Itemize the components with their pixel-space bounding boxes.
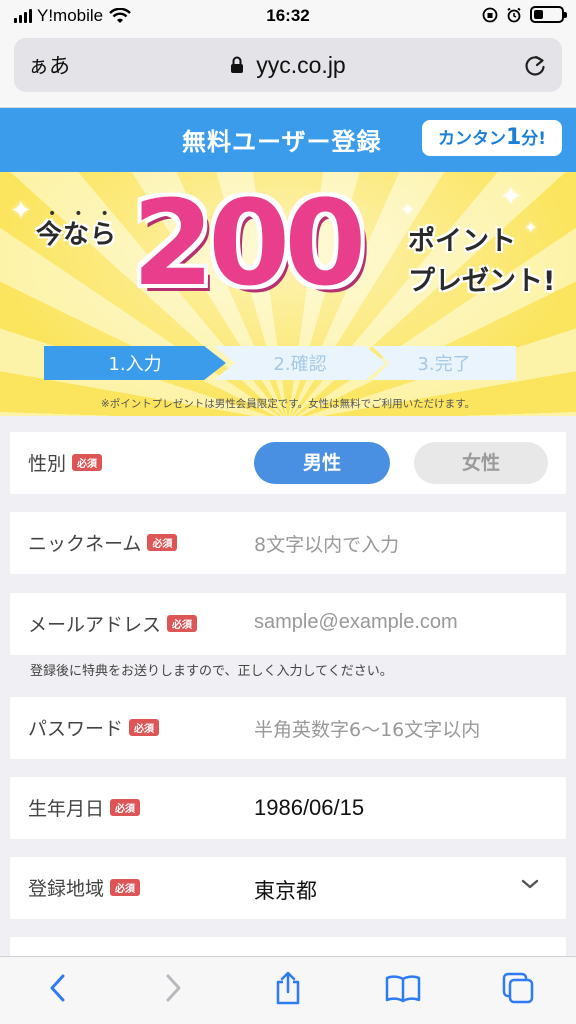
sparkle-icon: ✦	[10, 196, 32, 226]
reader-options-button[interactable]: ぁあ	[28, 50, 70, 80]
region-label: 登録地域	[28, 878, 105, 900]
bookmarks-icon	[385, 974, 421, 1002]
orientation-lock-icon	[482, 7, 498, 22]
chevron-down-icon	[521, 879, 539, 889]
back-button[interactable]	[28, 963, 88, 1013]
browser-chrome: ぁあ yyc.co.jp	[0, 32, 576, 108]
reload-icon[interactable]	[522, 52, 548, 78]
birthday-input[interactable]: 1986/06/15	[254, 795, 364, 821]
nickname-row[interactable]: ニックネーム 必須 8文字以内で入力	[10, 512, 566, 574]
share-button[interactable]	[258, 963, 318, 1013]
sparkle-icon: ✦	[500, 182, 522, 212]
sparkle-icon: ✦	[400, 200, 416, 221]
easy-badge: カンタン1分!	[420, 118, 564, 158]
nickname-input[interactable]: 8文字以内で入力	[254, 530, 399, 557]
gender-label: 性別	[28, 453, 67, 475]
step-input: 1.入力	[44, 346, 226, 380]
url-text: yyc.co.jp	[256, 51, 346, 78]
nickname-label: ニックネーム	[28, 533, 142, 555]
email-label: メールアドレス	[28, 614, 162, 636]
email-input[interactable]: sample@example.com	[254, 611, 458, 634]
birthday-label: 生年月日	[28, 798, 105, 820]
gender-male-button[interactable]: 男性	[254, 442, 390, 484]
battery-icon	[530, 6, 567, 23]
back-icon	[50, 974, 65, 1001]
bookmarks-button[interactable]	[373, 963, 433, 1013]
promo-points: 200	[132, 174, 366, 312]
promo-text: ポイント プレゼント!	[408, 226, 556, 297]
required-badge: 必須	[129, 719, 160, 736]
region-row[interactable]: 登録地域 必須 東京都	[10, 857, 566, 919]
required-badge: 必須	[110, 879, 141, 896]
password-row[interactable]: パスワード 必須 半角英数字6〜16文字以内	[10, 697, 566, 759]
next-row	[10, 937, 566, 956]
tabs-button[interactable]	[488, 963, 548, 1013]
page-title: 無料ユーザー登録	[182, 128, 382, 156]
email-helper-text: 登録後に特典をお送りしますので、正しく入力してください。	[30, 664, 393, 679]
required-badge: 必須	[72, 454, 103, 471]
forward-button[interactable]	[143, 963, 203, 1013]
birthday-row[interactable]: 生年月日 必須 1986/06/15	[10, 777, 566, 839]
promo-lead: 今なら	[36, 220, 118, 250]
lock-icon	[231, 56, 244, 73]
alarm-icon	[507, 7, 521, 22]
required-badge: 必須	[110, 799, 141, 816]
gender-row: 性別 必須 男性 女性	[10, 432, 566, 494]
password-input[interactable]: 半角英数字6〜16文字以内	[254, 715, 480, 742]
password-label: パスワード	[28, 718, 124, 740]
share-icon	[276, 971, 300, 1004]
forward-icon	[166, 974, 181, 1001]
step-confirm: 2.確認	[214, 346, 386, 380]
required-badge: 必須	[147, 534, 178, 551]
status-bar: Y!mobile 16:32	[0, 0, 576, 32]
tabs-icon	[503, 972, 534, 1003]
promo-notice: ※ポイントプレゼントは男性会員限定です。女性は無料でご利用いただけます。	[100, 398, 476, 410]
required-badge: 必須	[167, 615, 198, 632]
email-row[interactable]: メールアドレス 必須 sample@example.com	[10, 593, 566, 655]
browser-toolbar	[0, 956, 576, 1024]
step-complete: 3.完了	[372, 346, 516, 380]
region-select[interactable]: 東京都	[254, 875, 317, 905]
gender-female-button[interactable]: 女性	[414, 442, 548, 484]
address-bar[interactable]: ぁあ yyc.co.jp	[14, 38, 562, 92]
